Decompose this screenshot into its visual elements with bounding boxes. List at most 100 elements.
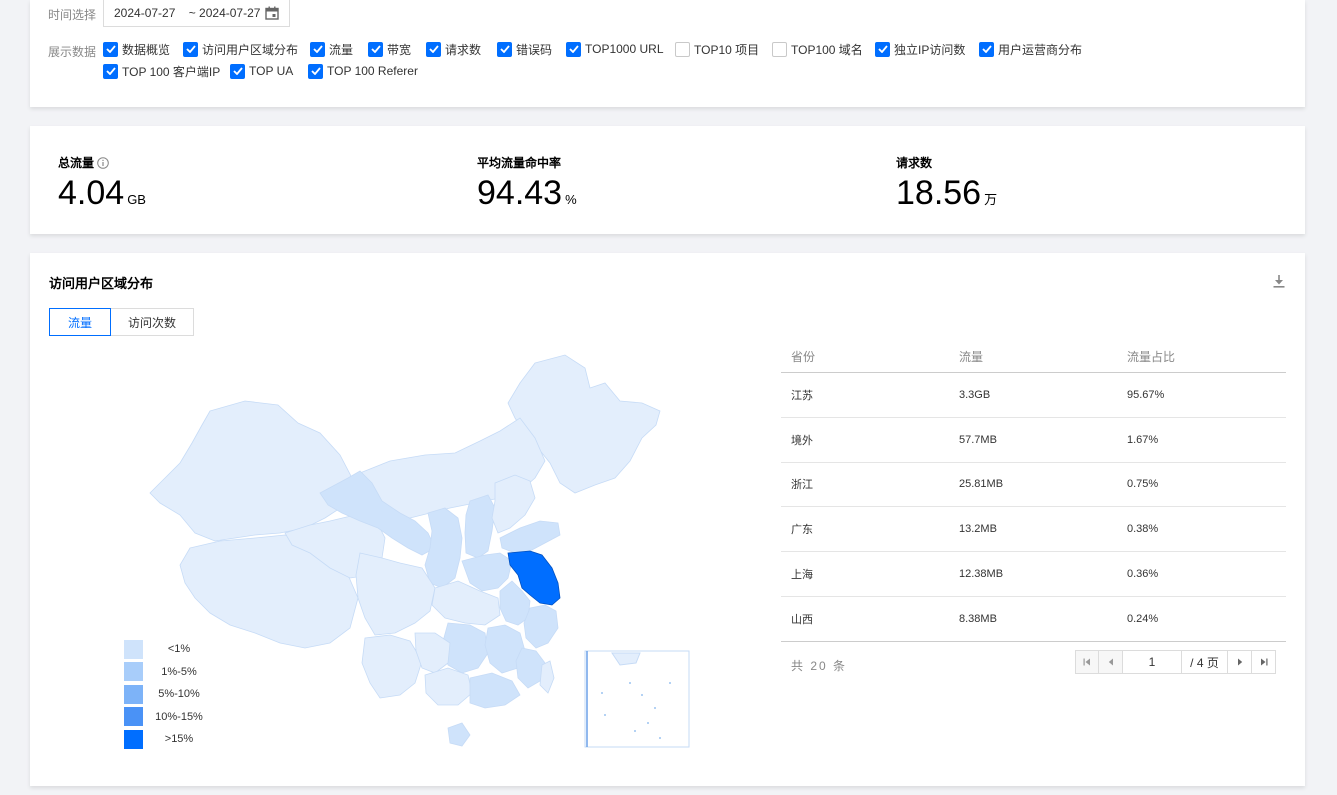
page-number-input[interactable] <box>1123 650 1182 674</box>
checkbox-label: 独立IP访问数 <box>894 42 966 57</box>
info-icon[interactable] <box>97 156 109 169</box>
region-hebei[interactable] <box>491 474 536 534</box>
legend-item[interactable]: >15% <box>124 728 215 751</box>
stat-label: 请求数 <box>896 156 933 170</box>
south-china-sea-inset <box>584 650 690 748</box>
region-zhejiang[interactable] <box>523 604 559 649</box>
checkbox-checked-icon[interactable] <box>103 41 118 57</box>
checkbox-checked-icon[interactable] <box>183 41 198 57</box>
checkbox-label: 流量 <box>329 42 354 57</box>
legend-item[interactable]: 5%-10% <box>124 683 215 706</box>
stat-requests: 请求数 18.56 万 <box>896 154 997 219</box>
last-page-button[interactable] <box>1252 650 1276 674</box>
display-option-checkbox[interactable]: TOP UA <box>230 61 308 81</box>
checkbox-label: TOP100 域名 <box>791 42 863 57</box>
display-option-checkbox[interactable]: 独立IP访问数 <box>875 39 979 59</box>
next-page-button[interactable] <box>1228 650 1252 674</box>
display-option-checkbox[interactable]: 用户运营商分布 <box>979 39 1089 59</box>
first-page-button[interactable] <box>1075 650 1099 674</box>
table-row: 江苏 3.3GB 95.67% <box>781 373 1286 418</box>
cell-province: 山西 <box>791 613 813 626</box>
checkbox-checked-icon[interactable] <box>103 63 118 79</box>
region-sichuan[interactable] <box>355 552 436 636</box>
display-option-checkbox[interactable]: TOP 100 Referer <box>308 61 428 81</box>
page-total: / 4 页 <box>1182 650 1228 674</box>
pagination: / 4 页 <box>1075 650 1276 674</box>
display-option-checkbox[interactable]: 请求数 <box>426 39 497 59</box>
checkbox-label: 用户运营商分布 <box>998 42 1083 57</box>
date-range-picker[interactable]: 2024-07-27 ~ 2024-07-27 <box>103 0 290 27</box>
display-option-checkbox[interactable]: TOP 100 客户端IP <box>103 61 230 81</box>
checkbox-label: 错误码 <box>516 42 553 57</box>
cell-share: 0.24% <box>1127 612 1159 625</box>
table-row: 上海 12.38MB 0.36% <box>781 552 1286 597</box>
legend-item[interactable]: 10%-15% <box>124 706 215 729</box>
first-page-icon <box>1083 658 1090 666</box>
display-option-checkbox[interactable]: TOP10 项目 <box>675 39 772 59</box>
time-label: 时间选择 <box>48 8 97 22</box>
legend-swatch <box>124 729 143 749</box>
region-taiwan[interactable] <box>539 660 555 694</box>
checkbox-checked-icon[interactable] <box>230 63 245 79</box>
download-icon[interactable] <box>1273 275 1285 288</box>
cell-province: 浙江 <box>791 479 813 492</box>
display-option-checkbox[interactable]: 数据概览 <box>103 39 183 59</box>
cell-province: 广东 <box>791 524 813 537</box>
checkbox-label: TOP1000 URL <box>585 42 664 56</box>
cell-province: 境外 <box>791 434 813 447</box>
checkbox-label: TOP 100 客户端IP <box>122 64 221 79</box>
table-row: 境外 57.7MB 1.67% <box>781 418 1286 463</box>
checkbox-checked-icon[interactable] <box>308 63 323 79</box>
checkbox-checked-icon[interactable] <box>368 41 383 57</box>
checkbox-label: TOP10 项目 <box>694 42 760 57</box>
display-option-checkbox[interactable]: 流量 <box>310 39 368 59</box>
legend-label: 10%-15% <box>155 710 203 723</box>
region-xinjiang[interactable] <box>149 400 353 542</box>
stat-value: 18.56 <box>896 174 982 212</box>
region-guangxi[interactable] <box>424 667 473 706</box>
checkbox-label: TOP UA <box>249 64 294 78</box>
cell-share: 0.38% <box>1127 523 1159 536</box>
region-henan[interactable] <box>461 552 513 592</box>
display-options-row2: TOP 100 客户端IP TOP UA TOP 100 Referer <box>103 61 428 81</box>
legend-item[interactable]: <1% <box>124 638 215 661</box>
checkbox-label: 访问用户区域分布 <box>202 42 299 57</box>
tab-visits[interactable]: 访问次数 <box>111 308 194 336</box>
prev-page-button[interactable] <box>1099 650 1123 674</box>
table-header: 省份 流量 流量占比 <box>781 341 1286 373</box>
legend-label: <1% <box>167 643 191 656</box>
region-hainan[interactable] <box>447 722 471 747</box>
checkbox-checked-icon[interactable] <box>426 41 441 57</box>
checkbox-unchecked-icon[interactable] <box>772 41 787 57</box>
column-traffic-share: 流量占比 <box>1127 350 1176 364</box>
cell-traffic: 13.2MB <box>959 523 997 536</box>
chevron-left-icon <box>1108 658 1113 666</box>
stat-total-traffic: 总流量 4.04 GB <box>58 154 146 219</box>
tab-traffic[interactable]: 流量 <box>49 308 111 336</box>
cell-share: 95.67% <box>1127 388 1165 401</box>
region-guangdong[interactable] <box>469 672 521 709</box>
display-option-checkbox[interactable]: 错误码 <box>497 39 566 59</box>
section-title: 访问用户区域分布 <box>49 276 154 291</box>
region-shanxi[interactable] <box>464 494 496 559</box>
checkbox-checked-icon[interactable] <box>497 41 512 57</box>
region-yunnan[interactable] <box>361 634 423 699</box>
column-traffic: 流量 <box>959 350 984 364</box>
legend-item[interactable]: 1%-5% <box>124 661 215 684</box>
checkbox-checked-icon[interactable] <box>310 41 325 57</box>
stat-value: 4.04 <box>58 174 125 212</box>
checkbox-checked-icon[interactable] <box>979 41 994 57</box>
checkbox-checked-icon[interactable] <box>875 41 890 57</box>
cell-share: 1.67% <box>1127 433 1159 446</box>
stat-label: 总流量 <box>58 156 95 170</box>
calendar-icon[interactable] <box>265 6 279 20</box>
checkbox-checked-icon[interactable] <box>566 41 581 57</box>
table-row: 广东 13.2MB 0.38% <box>781 507 1286 553</box>
legend-swatch <box>124 707 143 727</box>
display-option-checkbox[interactable]: 带宽 <box>368 39 426 59</box>
display-option-checkbox[interactable]: TOP100 域名 <box>772 39 875 59</box>
display-option-checkbox[interactable]: 访问用户区域分布 <box>183 39 310 59</box>
checkbox-unchecked-icon[interactable] <box>675 41 690 57</box>
region-shaanxi[interactable] <box>424 507 463 589</box>
display-option-checkbox[interactable]: TOP1000 URL <box>566 39 675 59</box>
